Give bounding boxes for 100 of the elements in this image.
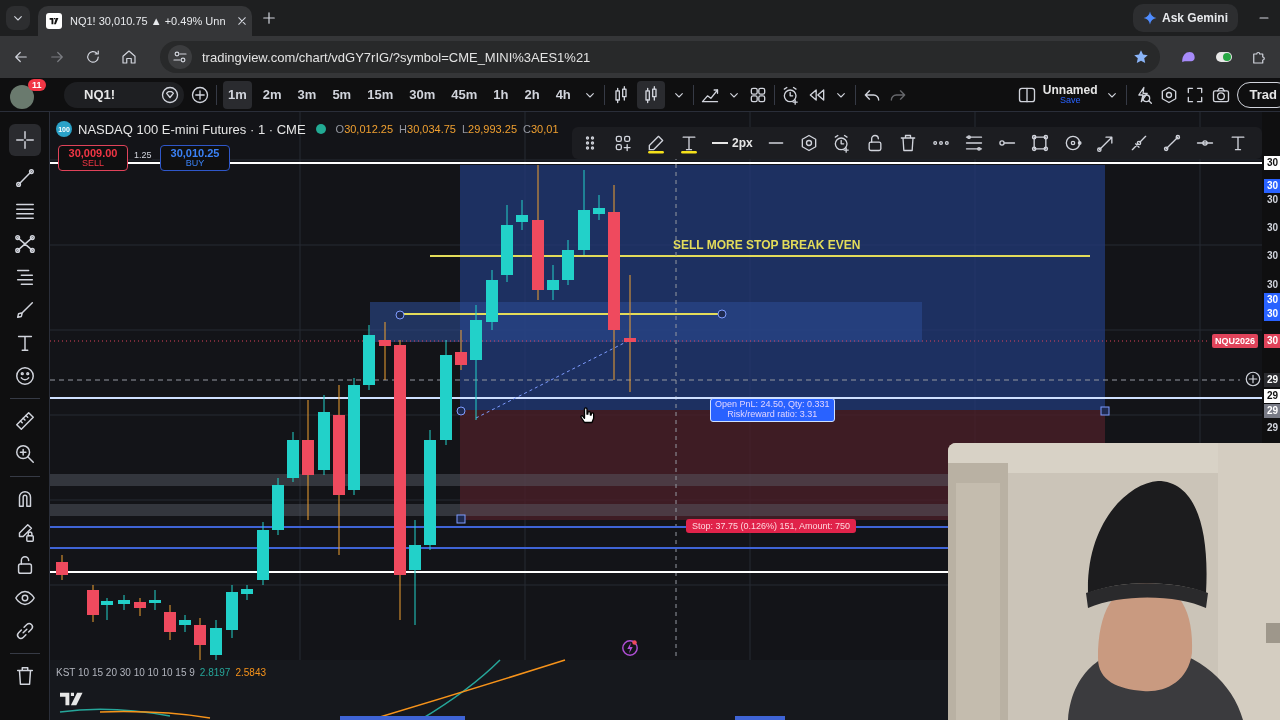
reload-icon[interactable] [84,48,102,66]
buy-button[interactable]: 30,010.25 BUY [160,145,230,171]
symbol-search-field[interactable]: NQ1! [64,81,184,108]
timeframe-button[interactable]: 15m [362,80,399,109]
bookmark-star-icon[interactable] [1132,48,1150,66]
add-icon[interactable] [1244,370,1262,388]
candle [101,597,113,621]
timeframe-button[interactable]: 3m [292,80,322,109]
timeframe-button[interactable]: 2h [519,80,545,109]
stop-label: Stop: 37.75 (0.126%) 151, Amount: 750 [686,519,857,533]
ohlc-value: L29,993.25 [461,123,517,135]
sell-button[interactable]: 30,009.00 SELL [58,145,128,171]
line-handle [717,309,727,319]
chart-note: SELL MORE STOP BREAK EVEN [673,238,861,252]
price-label: 30 [1264,156,1280,170]
position-label: Open PnL: 24.50, Qty: 0.331 Risk/reward ratio: 3.31 [710,398,835,422]
timeframe-button[interactable]: 1h [488,80,514,109]
candle [486,269,498,331]
site-settings-icon[interactable] [168,45,192,69]
price-label: 30 [1264,307,1280,321]
candle [363,324,375,391]
candle [179,614,191,633]
line-width-button[interactable]: 2px [712,136,753,150]
candle [455,329,467,371]
candle [149,589,161,611]
pattern-icon[interactable] [13,233,36,255]
scroll-marker [735,716,785,720]
candle [241,584,253,601]
candle [516,199,528,231]
ruler-icon[interactable] [13,410,36,432]
price-label: 30 [1266,221,1280,235]
timeframe-button[interactable]: 1m [223,80,252,109]
layout-name[interactable]: Unnamed [1042,84,1098,96]
price-label: 29 [1264,373,1280,387]
hand-cursor-icon [577,405,597,425]
timeframe-button[interactable]: 2m [257,80,287,109]
crosshair-icon[interactable] [8,124,41,156]
price-label: 30 [1264,179,1280,193]
line-handle [395,310,405,320]
timeframe-button[interactable]: 5m [327,80,357,109]
price-label: 30 [1266,249,1280,263]
line-handle [456,514,466,524]
spread-value: 1.25 [134,150,152,160]
line-handle [456,406,466,416]
candle [379,321,391,381]
candle [272,477,284,536]
contract-tag: NQU2026 [1212,334,1259,348]
indicator-value: 2.8197 [199,667,231,678]
trend-line-icon[interactable] [1161,133,1182,153]
line-handle [1100,406,1110,416]
price-label: 29 [1266,421,1280,435]
add-symbol-icon[interactable] [190,84,210,105]
ask-gemini-button[interactable]: Ask Gemini [1132,4,1238,32]
candle [257,521,269,586]
candle [194,617,206,661]
settings-icon[interactable] [963,133,984,153]
new-tab-icon[interactable] [260,9,278,27]
ohlc-value: O30,012.25 [335,123,394,135]
address-field[interactable]: tradingview.com/chart/vdGY7rIG/?symbol=CME_MINI%3AES1%21 [160,41,1160,73]
tab-title: NQ1! 30,010.75 ▲ +0.49% Unn [70,15,226,27]
price-label: 29 [1264,404,1280,418]
timeframe-button[interactable]: 4h [550,80,576,109]
candle [593,194,605,221]
toggle-extension-icon[interactable] [1216,52,1232,62]
candle [210,619,222,663]
candle [134,597,146,617]
rectangle-icon[interactable] [1029,133,1050,153]
tab-list-button[interactable] [6,6,30,30]
line-icon [712,142,728,144]
timeframe-button[interactable]: 45m [446,80,483,109]
trend-line-icon[interactable] [13,167,36,189]
candle [56,554,68,581]
save-link[interactable]: Save [1059,96,1081,105]
candle [87,584,99,623]
sparkle-icon [1142,11,1157,25]
avatar[interactable] [10,84,34,109]
price-label: 30 [1266,278,1280,292]
indicator-value: 2.5843 [235,667,266,678]
candle [226,584,238,639]
pencil-icon[interactable] [646,133,666,153]
templates-icon[interactable] [613,133,633,153]
price-label: 30 [1266,193,1280,207]
notification-badge: 11 [28,78,46,91]
candle [562,239,574,286]
candle [287,431,299,483]
ohlc-value: H30,034.75 [399,123,456,135]
home-icon[interactable] [120,48,138,66]
smiley-icon[interactable] [13,365,36,387]
zoom-icon[interactable] [13,443,36,465]
candle [164,604,176,641]
ohlc-value: C30,01 [523,123,559,135]
candle [118,594,130,611]
price-label: 29 [1264,389,1280,403]
browser-tab[interactable]: NQ1! 30,010.75 ▲ +0.49% Unn [38,6,252,36]
indicator-name[interactable]: KST 10 15 20 30 10 10 10 15 9 [56,667,195,678]
candle [547,264,559,301]
timeframe-button[interactable]: 30m [404,80,441,109]
price-label: 30 [1264,334,1280,348]
chart-title[interactable]: NASDAQ 100 E-mini Futures · 1 · CME [78,121,306,137]
tradingview-logo-icon [46,13,62,29]
